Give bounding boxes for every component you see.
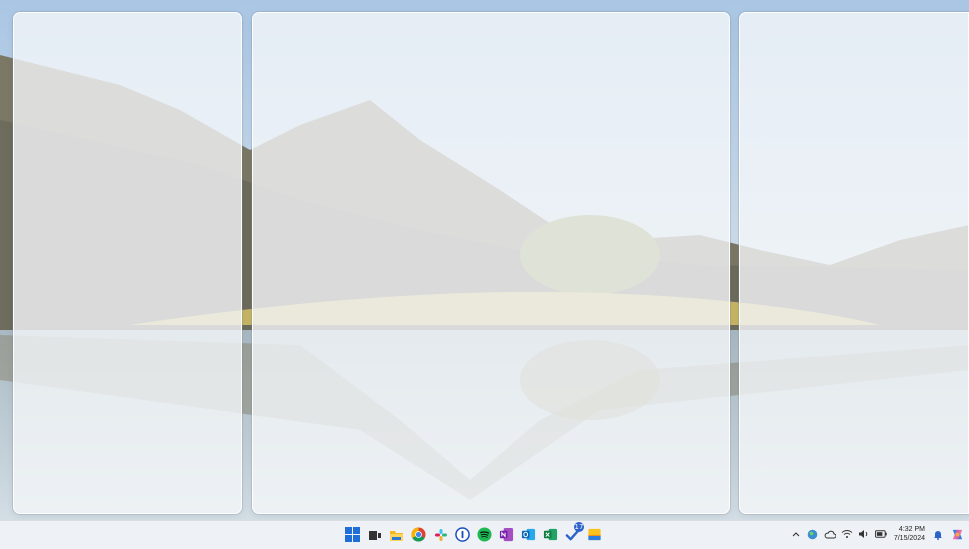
onedrive-button[interactable] [824,527,836,541]
folder-icon [390,530,403,541]
windows-logo-icon [345,527,360,542]
bell-icon [934,530,942,540]
copilot-button[interactable] [949,527,965,541]
excel-icon [543,528,558,541]
snap-zone-right[interactable] [739,12,969,514]
notifications-button[interactable] [932,527,944,541]
task-view-button[interactable] [365,525,384,544]
copilot-icon [952,529,962,539]
snap-zone-left[interactable] [13,12,242,514]
battery-icon [874,530,887,538]
tray-app-globe-button[interactable] [807,527,819,541]
sticky-notes-button[interactable] [585,525,604,544]
clock-button[interactable]: 4:32 PM 7/15/2024 [894,525,925,543]
volume-button[interactable] [858,527,870,541]
todo-button[interactable]: 17 [563,522,584,544]
chevron-up-icon [792,532,800,537]
wifi-icon [841,530,853,538]
password-manager-icon [455,527,470,542]
notification-badge: 17 [574,522,584,532]
outlook-button[interactable] [519,525,538,544]
desktop: 17 4:32 PM 7/15/2024 [0,0,969,549]
taskbar-pinned-apps: 17 [343,522,604,544]
battery-button[interactable] [874,527,887,541]
spotify-button[interactable] [475,525,494,544]
speaker-icon [858,530,868,538]
wifi-button[interactable] [841,527,853,541]
start-button[interactable] [343,525,362,544]
clock-date: 7/15/2024 [893,535,925,542]
onenote-icon [499,527,514,542]
outlook-icon [521,528,536,541]
onenote-button[interactable] [497,525,516,544]
sticky-notes-icon [588,528,601,541]
slack-icon [434,528,447,541]
task-view-icon [368,530,381,540]
clock-time: 4:32 PM [898,526,925,533]
show-hidden-icons-button[interactable] [790,527,802,541]
globe-icon [808,529,818,539]
chrome-icon [411,527,426,542]
excel-button[interactable] [541,525,560,544]
spotify-icon [477,527,492,542]
snap-zone-center[interactable] [252,12,730,514]
system-tray: 4:32 PM 7/15/2024 [790,525,965,543]
password-manager-button[interactable] [453,525,472,544]
file-explorer-button[interactable] [387,525,406,544]
chrome-button[interactable] [409,525,428,544]
slack-button[interactable] [431,525,450,544]
taskbar: 17 4:32 PM 7/15/2024 [0,520,969,549]
cloud-icon [824,530,836,538]
